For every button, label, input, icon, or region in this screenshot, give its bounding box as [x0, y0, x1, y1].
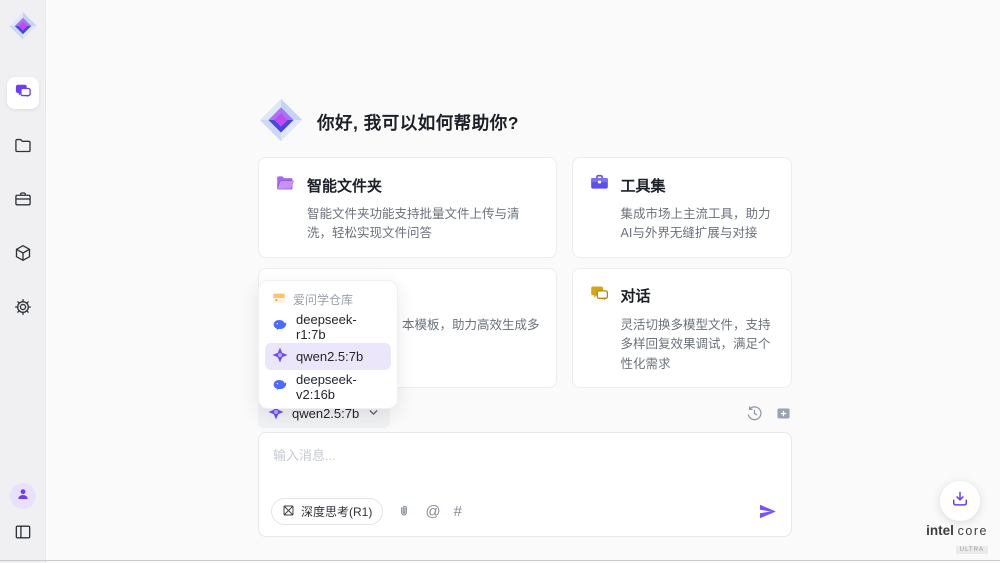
deepseek-whale-icon: [272, 317, 288, 336]
sidebar-item-toolbox[interactable]: [7, 185, 39, 217]
core-word: core: [958, 524, 988, 538]
deep-think-icon: [282, 504, 295, 520]
collapse-panel-icon: [13, 522, 33, 547]
app-window: 你好, 我可以如何帮助你? 智能文件夹 智能文件夹功能支持批量文件上传与清洗，轻…: [0, 0, 1000, 563]
briefcase-icon: [13, 189, 33, 214]
main-area: 你好, 我可以如何帮助你? 智能文件夹 智能文件夹功能支持批量文件上传与清洗，轻…: [46, 0, 1000, 563]
history-icon[interactable]: [746, 405, 763, 422]
model-option-label: deepseek-v2:16b: [296, 372, 384, 402]
intel-core-badge: intel core ultra: [926, 523, 988, 556]
download-icon: [950, 489, 970, 514]
folder-icon: [13, 135, 33, 160]
attachment-icon[interactable]: [396, 504, 412, 520]
model-option-label: qwen2.5:7b: [296, 349, 363, 364]
intel-word: intel: [926, 523, 954, 538]
send-button[interactable]: [758, 502, 777, 521]
mention-icon[interactable]: @: [425, 504, 440, 519]
greeting: 你好, 我可以如何帮助你?: [258, 97, 519, 148]
composer-toolbar: 深度思考(R1) @ #: [271, 498, 777, 525]
model-option-label: deepseek-r1:7b: [296, 312, 384, 342]
new-chat-icon[interactable]: [775, 405, 792, 422]
message-input[interactable]: [259, 433, 791, 477]
model-dropdown: 爱问学仓库 deepseek-r1:7b qwen2.5:7b: [258, 280, 398, 409]
greeting-title: 你好, 我可以如何帮助你?: [317, 110, 519, 135]
card-description: 智能文件夹功能支持批量文件上传与清洗，轻松实现文件问答: [307, 205, 540, 244]
deepseek-whale-icon: [272, 377, 288, 396]
sidebar-item-settings[interactable]: [7, 293, 39, 325]
card-title: 对话: [621, 285, 651, 306]
chat-bubbles-icon: [589, 283, 610, 309]
model-option-qwen[interactable]: qwen2.5:7b: [265, 343, 391, 370]
sidebar-item-models[interactable]: [7, 239, 39, 271]
model-option-deepseek-r1[interactable]: deepseek-r1:7b: [265, 313, 391, 340]
toolbox-icon: [589, 172, 610, 198]
user-avatar[interactable]: [10, 483, 36, 509]
deep-think-label: 深度思考(R1): [301, 503, 372, 520]
model-source-label: 爱问学仓库: [293, 291, 353, 308]
download-button[interactable]: [940, 481, 980, 521]
intel-ultra-badge: ultra: [956, 546, 988, 554]
sidebar-item-folders[interactable]: [7, 131, 39, 163]
gear-icon: [13, 297, 33, 322]
card-title: 工具集: [621, 175, 666, 196]
hashtag-icon[interactable]: #: [454, 504, 462, 519]
card-conversation[interactable]: 对话 灵活切换多模型文件，支持多样回复效果调试，满足个性化需求: [572, 268, 792, 388]
card-description: 灵活切换多模型文件，支持多样回复效果调试，满足个性化需求: [621, 316, 775, 374]
user-icon: [15, 486, 31, 507]
card-description: 集成市场上主流工具，助力AI与外界无缝扩展与对接: [621, 205, 775, 244]
app-logo-large-icon: [258, 97, 304, 148]
deep-think-toggle[interactable]: 深度思考(R1): [271, 498, 383, 525]
chat-icon: [13, 81, 33, 106]
window-edge: [0, 560, 1000, 561]
app-logo-icon: [8, 11, 38, 41]
card-title: 智能文件夹: [307, 175, 382, 196]
qwen-icon: [272, 347, 288, 366]
cube-icon: [13, 243, 33, 268]
repository-icon: [272, 291, 286, 308]
card-smart-folder[interactable]: 智能文件夹 智能文件夹功能支持批量文件上传与清洗，轻松实现文件问答: [258, 157, 557, 258]
collapse-sidebar-button[interactable]: [10, 521, 36, 547]
folder-purple-icon: [275, 172, 296, 198]
card-toolset[interactable]: 工具集 集成市场上主流工具，助力AI与外界无缝扩展与对接: [572, 157, 792, 258]
model-source-header: 爱问学仓库: [259, 288, 397, 310]
sidebar-item-chat[interactable]: [7, 77, 39, 109]
sidebar: [0, 0, 46, 563]
message-composer: 深度思考(R1) @ #: [258, 432, 792, 537]
model-option-deepseek-v2[interactable]: deepseek-v2:16b: [265, 373, 391, 400]
